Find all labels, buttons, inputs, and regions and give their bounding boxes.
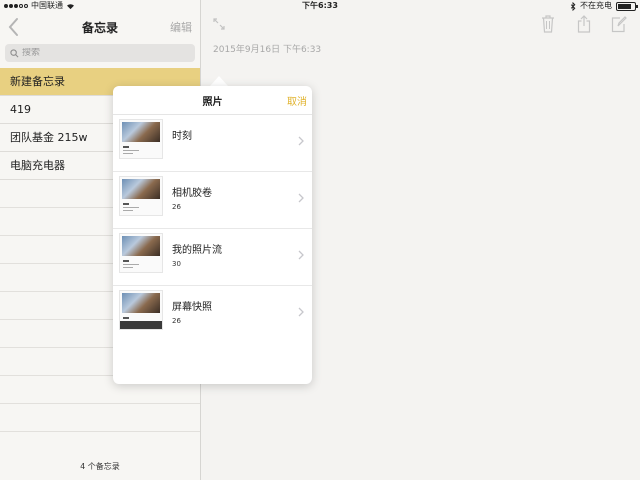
battery-icon bbox=[616, 1, 638, 11]
album-row-camera-roll[interactable]: 相机胶卷 26 bbox=[113, 172, 312, 229]
status-right: 不在充电 bbox=[570, 0, 638, 12]
album-count: 26 bbox=[172, 317, 181, 325]
search-input[interactable] bbox=[22, 48, 182, 58]
album-thumbnail bbox=[119, 176, 163, 216]
chevron-right-icon bbox=[298, 136, 304, 146]
compose-icon[interactable] bbox=[611, 15, 627, 33]
chevron-right-icon bbox=[298, 193, 304, 203]
search-bar[interactable] bbox=[5, 44, 195, 62]
album-thumbnail bbox=[119, 119, 163, 159]
album-count: 26 bbox=[172, 203, 181, 211]
album-name: 屏幕快照 bbox=[172, 302, 212, 313]
trash-icon[interactable] bbox=[541, 15, 555, 33]
album-name: 我的照片流 bbox=[172, 245, 222, 256]
share-icon[interactable] bbox=[577, 15, 591, 33]
edit-button[interactable]: 编辑 bbox=[170, 19, 192, 35]
chevron-right-icon bbox=[298, 250, 304, 260]
photos-popover: 照片 取消 时刻 相机胶卷 26 我的照片流 30 屏幕快照 26 bbox=[113, 86, 312, 384]
album-name: 相机胶卷 bbox=[172, 188, 212, 199]
album-thumbnail bbox=[119, 290, 163, 330]
charge-status-label: 不在充电 bbox=[580, 1, 612, 10]
popover-header: 照片 取消 bbox=[113, 86, 312, 115]
note-date: 2015年9月16日 下午6:33 bbox=[213, 45, 322, 55]
album-row-screenshots[interactable]: 屏幕快照 26 bbox=[113, 286, 312, 342]
chevron-right-icon bbox=[298, 307, 304, 317]
album-count: 30 bbox=[172, 260, 181, 268]
expand-icon[interactable] bbox=[213, 18, 225, 30]
notes-count-footer: 4 个备忘录 bbox=[80, 462, 120, 471]
sidebar-header: 备忘录 编辑 bbox=[0, 12, 200, 42]
status-bar: 中国联通 下午6:33 不在充电 bbox=[0, 0, 640, 12]
battery-fill bbox=[618, 3, 631, 9]
album-name: 时刻 bbox=[172, 131, 192, 142]
album-row-photo-stream[interactable]: 我的照片流 30 bbox=[113, 229, 312, 286]
cancel-button[interactable]: 取消 bbox=[287, 93, 307, 108]
album-thumbnail bbox=[119, 233, 163, 273]
popover-arrow bbox=[210, 76, 228, 86]
album-row-moments[interactable]: 时刻 bbox=[113, 115, 312, 172]
search-icon bbox=[10, 48, 19, 57]
status-time: 下午6:33 bbox=[302, 1, 338, 10]
popover-title: 照片 bbox=[202, 97, 223, 108]
divider bbox=[0, 404, 200, 432]
bluetooth-icon bbox=[570, 1, 576, 11]
